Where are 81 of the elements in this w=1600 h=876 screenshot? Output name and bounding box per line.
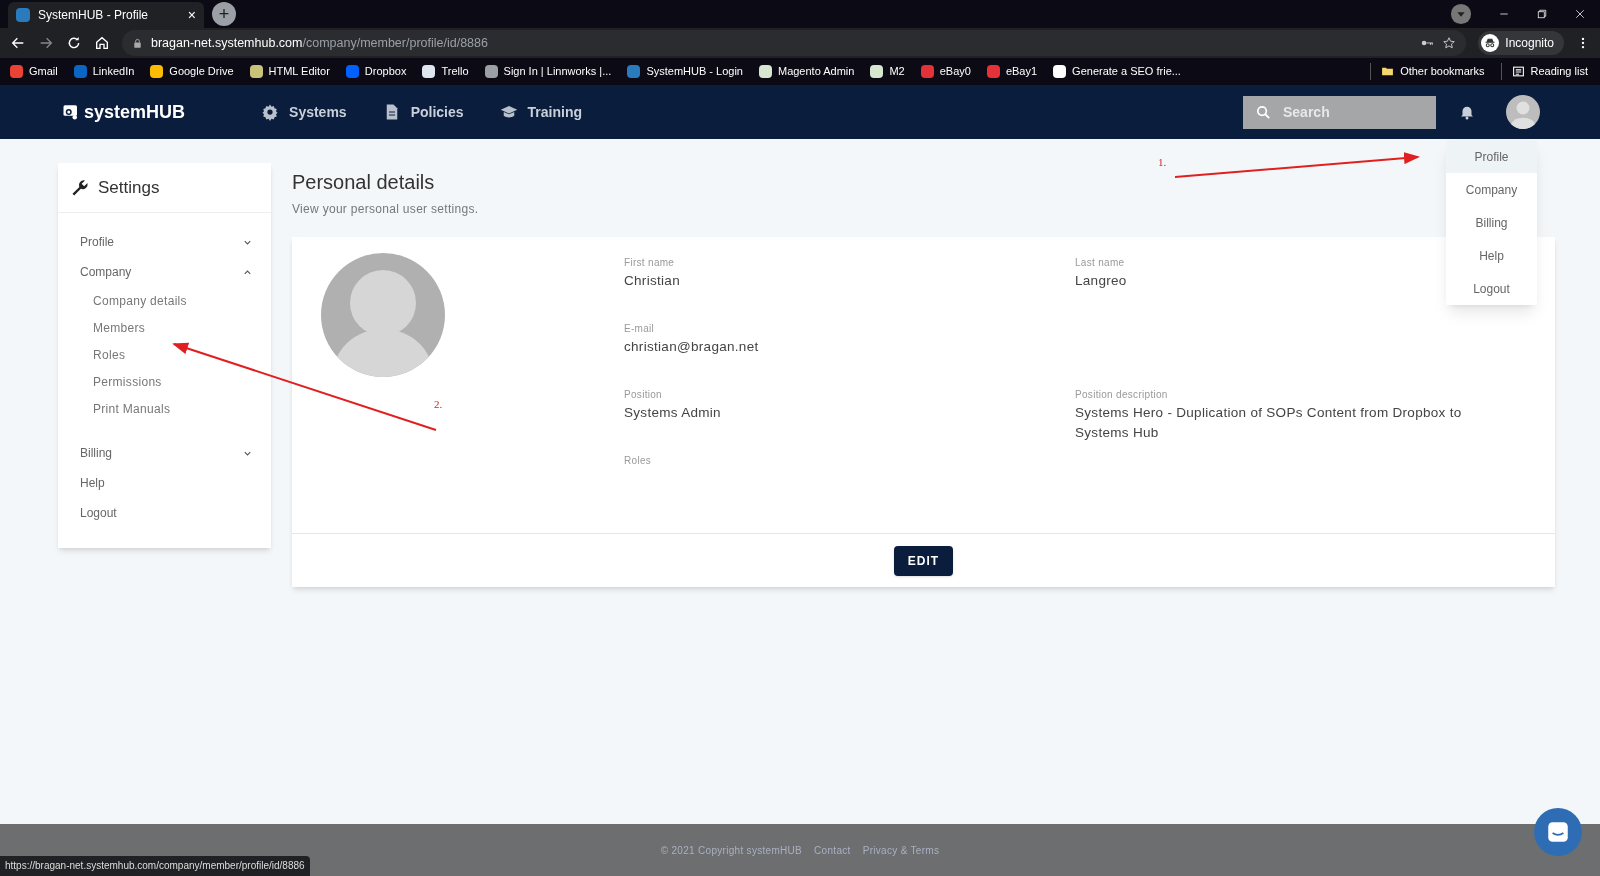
lock-icon <box>132 37 143 49</box>
folder-icon <box>1381 65 1395 78</box>
field-label: First name <box>624 256 675 270</box>
address-bar[interactable]: bragan-net.systemhub.com/company/member/profile/id/8886 <box>122 30 1467 56</box>
close-icon[interactable] <box>1574 8 1586 20</box>
chat-icon <box>1545 819 1571 845</box>
new-tab-button[interactable]: + <box>212 2 236 26</box>
field-value: Langreo <box>1075 272 1127 290</box>
logo-icon <box>62 103 80 121</box>
search-icon <box>1255 103 1272 121</box>
bookmark[interactable]: Google Drive <box>150 63 234 80</box>
back-icon[interactable] <box>10 35 26 51</box>
page-subtitle: View your personal user settings. <box>292 201 479 218</box>
bookmark[interactable]: Generate a SEO frie... <box>1053 63 1181 80</box>
field-label: Roles <box>624 454 652 468</box>
browser-tab[interactable]: SystemHUB - Profile × <box>8 2 204 28</box>
nav-link[interactable]: Systems <box>261 101 347 123</box>
bookmark[interactable]: eBay0 <box>920 63 971 80</box>
reload-icon[interactable] <box>66 35 82 51</box>
avatar-icon[interactable] <box>1506 95 1540 129</box>
bookmark[interactable]: eBay1 <box>986 63 1038 80</box>
sidebar-item[interactable]: Help <box>80 468 253 498</box>
menu-item[interactable]: Profile <box>1446 140 1537 173</box>
field-label: Position <box>624 388 662 402</box>
sidebar-item[interactable]: Profile <box>80 227 253 257</box>
sidebar-subitem[interactable]: Roles <box>80 341 253 368</box>
restore-icon[interactable] <box>1536 8 1548 20</box>
reading-list[interactable]: Reading list <box>1500 63 1588 80</box>
url-text: bragan-net.systemhub.com/company/member/profile/id/8886 <box>151 34 488 52</box>
edit-button[interactable]: EDIT <box>893 545 954 576</box>
other-bookmarks[interactable]: Other bookmarks <box>1370 63 1485 80</box>
wrench-icon <box>70 177 90 198</box>
sidebar-subitem[interactable]: Permissions <box>80 368 253 395</box>
bookmark[interactable]: SystemHUB - Login <box>627 63 743 80</box>
sidebar-item[interactable]: Company <box>80 257 253 287</box>
menu-item[interactable]: Logout <box>1446 272 1537 305</box>
list-icon <box>1511 65 1525 78</box>
panel-title: Settings <box>98 176 160 199</box>
menu-item[interactable]: Company <box>1446 173 1537 206</box>
close-tab-button[interactable]: × <box>187 4 196 26</box>
page-title: Personal details <box>292 170 435 195</box>
sidebar-item[interactable]: Logout <box>80 498 253 528</box>
annotation-label: 1. <box>1158 155 1167 170</box>
field-value: Systems Hero - Duplication of SOPs Content from Dropbox to Systems Hub <box>1075 404 1463 442</box>
bookmark[interactable]: LinkedIn <box>73 63 135 80</box>
incognito-icon <box>1481 34 1500 52</box>
nav-link[interactable]: Policies <box>382 101 464 123</box>
bookmark[interactable]: Trello <box>422 63 469 80</box>
tab-search-icon[interactable] <box>1450 3 1472 25</box>
sidebar-subitem[interactable]: Print Manuals <box>80 395 253 422</box>
tab-title: SystemHUB - Profile <box>38 7 150 24</box>
bookmark[interactable]: M2 <box>870 63 905 80</box>
status-url: https://bragan-net.systemhub.com/company/member/profile/id/8886 <box>0 856 310 876</box>
field-label: Position description <box>1075 388 1168 402</box>
bookmark[interactable]: Sign In | Linnworks |... <box>484 63 612 80</box>
menu-item[interactable]: Help <box>1446 239 1537 272</box>
sidebar-subitem[interactable]: Members <box>80 314 253 341</box>
annotation-label: 2. <box>434 397 443 412</box>
search-field[interactable]: Search <box>1243 95 1436 129</box>
field-value: Christian <box>624 272 680 290</box>
bookmark[interactable]: Dropbox <box>345 63 407 80</box>
sidebar-item[interactable]: Billing <box>80 438 253 468</box>
logo[interactable]: systemHUB <box>62 98 186 126</box>
field-value: Systems Admin <box>624 404 721 422</box>
sidebar-subitem[interactable]: Company details <box>80 287 253 314</box>
field-label: Last name <box>1075 256 1125 270</box>
incognito-button[interactable]: Incognito <box>1478 31 1564 55</box>
bookmark[interactable]: Magento Admin <box>758 63 855 80</box>
bookmark[interactable]: Gmail <box>10 63 58 80</box>
copyright-text: © 2021 Copyright systemHUB <box>660 843 803 858</box>
chat-button[interactable] <box>1534 808 1582 856</box>
menu-item[interactable]: Billing <box>1446 206 1537 239</box>
star-icon[interactable] <box>1442 36 1457 50</box>
field-value: christian@bragan.net <box>624 338 759 356</box>
gear-icon <box>261 103 280 121</box>
home-icon[interactable] <box>94 35 110 51</box>
field-label: E-mail <box>624 322 655 336</box>
bookmark[interactable]: HTML Editor <box>249 63 330 80</box>
forward-icon[interactable] <box>38 35 54 51</box>
favicon-icon <box>16 8 30 22</box>
nav-link[interactable]: Training <box>499 101 582 123</box>
